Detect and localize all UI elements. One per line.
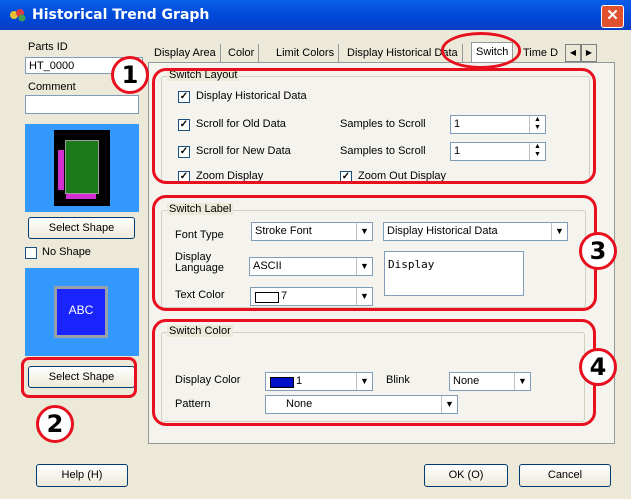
callout-3: 3 bbox=[579, 232, 617, 270]
tab-scroll-right-icon[interactable]: ▶ bbox=[581, 44, 597, 62]
switch-label-highlight bbox=[152, 195, 597, 311]
tab-display-area[interactable]: Display Area bbox=[150, 44, 221, 62]
ok-button[interactable]: OK (O) bbox=[424, 464, 508, 487]
callout-4: 4 bbox=[579, 348, 617, 386]
select-shape-button[interactable]: Select Shape bbox=[28, 217, 135, 239]
shape-thumbnail bbox=[54, 130, 110, 206]
abc-label: ABC bbox=[68, 303, 94, 317]
help-button[interactable]: Help (H) bbox=[36, 464, 128, 487]
switch-tab-highlight bbox=[441, 32, 521, 69]
title-bar[interactable]: Historical Trend Graph ✕ bbox=[0, 0, 631, 30]
tab-scroll-left-icon[interactable]: ◀ bbox=[565, 44, 581, 62]
shape-preview bbox=[25, 124, 139, 212]
switch-color-highlight bbox=[152, 319, 596, 426]
select-shape-highlight bbox=[21, 357, 137, 398]
close-icon[interactable]: ✕ bbox=[601, 5, 624, 28]
tab-color[interactable]: Color bbox=[224, 44, 260, 62]
app-icon bbox=[9, 7, 27, 23]
callout-1: 1 bbox=[111, 56, 149, 94]
tab-time-d[interactable]: Time D bbox=[519, 44, 562, 62]
comment-label: Comment bbox=[28, 81, 76, 93]
parts-id-label: Parts ID bbox=[28, 41, 68, 53]
no-shape-label: No Shape bbox=[42, 246, 91, 258]
dialog-window: Historical Trend Graph ✕ Parts ID HT_000… bbox=[0, 0, 631, 499]
no-shape-checkbox[interactable] bbox=[25, 247, 37, 259]
window-title: Historical Trend Graph bbox=[32, 7, 210, 23]
cancel-button[interactable]: Cancel bbox=[519, 464, 611, 487]
tab-limit-colors[interactable]: Limit Colors bbox=[272, 44, 340, 62]
abc-preview: ABC bbox=[25, 268, 139, 356]
switch-layout-highlight bbox=[152, 68, 596, 184]
comment-field[interactable] bbox=[25, 95, 139, 114]
callout-2: 2 bbox=[36, 405, 74, 443]
